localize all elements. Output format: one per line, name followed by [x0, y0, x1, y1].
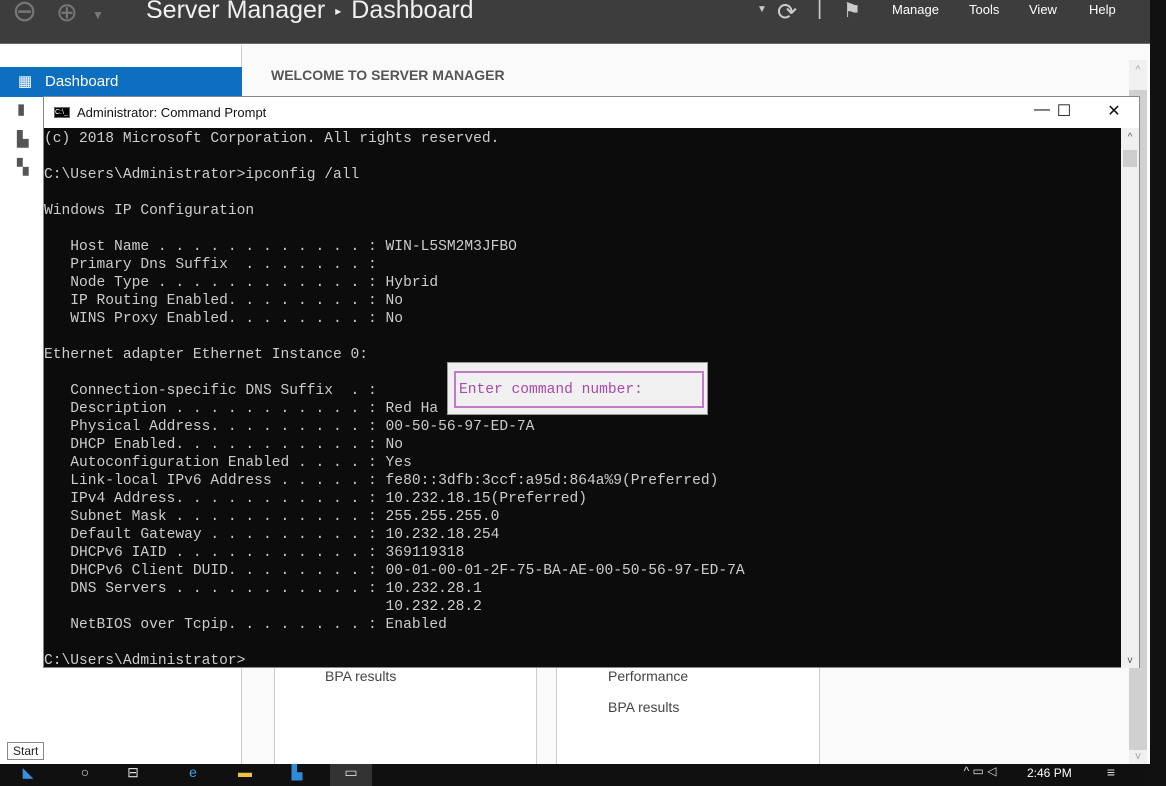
console-line: Node Type . . . . . . . . . . . . : Hybr… [44, 275, 439, 291]
console-line: (c) 2018 Microsoft Corporation. All righ… [44, 131, 500, 147]
all-servers-icon[interactable]: ▙ [17, 130, 29, 148]
console-line: C:\Users\Administrator> [44, 653, 246, 669]
screen-edge [1150, 0, 1166, 786]
sidebar-item-dashboard[interactable]: ▦ Dashboard [0, 67, 242, 97]
console-line: WINS Proxy Enabled. . . . . . . . : No [44, 311, 404, 327]
menu-view[interactable]: View [1029, 2, 1057, 17]
console-line: IPv4 Address. . . . . . . . . . . : 10.2… [44, 491, 587, 507]
console-line: Windows IP Configuration [44, 203, 255, 219]
task-view-icon[interactable]: ⊟ [118, 764, 148, 786]
history-dropdown-icon[interactable]: ▼ [92, 8, 104, 22]
action-center-icon[interactable]: ≡ [1098, 764, 1124, 786]
menu-help[interactable]: Help [1089, 2, 1116, 17]
dropdown-icon[interactable]: ▼ [757, 4, 767, 15]
console-line: DHCPv6 Client DUID. . . . . . . . : 00-0… [44, 563, 745, 579]
console-scrollbar[interactable]: ^ v [1121, 128, 1139, 668]
menu-manage[interactable]: Manage [892, 2, 939, 17]
internet-explorer-icon[interactable]: e [178, 764, 208, 786]
system-tray-icons[interactable]: ^ ▭ ◁ [940, 764, 1020, 786]
server-manager-header: ⊖ ⊕ ▼ Server Manager ▸ Dashboard ▼ ⟳ | ⚑ M… [0, 0, 1150, 44]
tile-link-performance[interactable]: Performance [608, 668, 688, 684]
role-tile: BPA results [274, 664, 537, 764]
console-line: DNS Servers . . . . . . . . . . . : 10.2… [44, 581, 482, 597]
sidebar-item-label: Dashboard [45, 73, 119, 90]
back-icon[interactable]: ⊖ [12, 0, 37, 29]
console-line: Host Name . . . . . . . . . . . . : WIN-… [44, 239, 517, 255]
window-title: Administrator: Command Prompt [77, 105, 267, 120]
console-line: Subnet Mask . . . . . . . . . . . : 255.… [44, 509, 500, 525]
console-line: DHCP Enabled. . . . . . . . . . . : No [44, 437, 404, 453]
cmd-icon: C:\_ [54, 107, 70, 118]
dashboard-icon: ▦ [18, 73, 33, 90]
console-line: Link-local IPv6 Address . . . . . : fe80… [44, 473, 719, 489]
forward-icon[interactable]: ⊕ [56, 0, 78, 28]
command-number-input[interactable]: Enter command number: [454, 371, 704, 408]
console-line: Autoconfiguration Enabled . . . . : Yes [44, 455, 412, 471]
notifications-flag-icon[interactable]: ⚑ [843, 0, 861, 23]
console-line: DHCPv6 IAID . . . . . . . . . . . : 3691… [44, 545, 465, 561]
menu-tools[interactable]: Tools [969, 2, 999, 17]
divider: | [817, 0, 823, 20]
taskbar: ◣ ○ ⊟ e ▬ ▙ ▭ ^ ▭ ◁ 2:46 PM ≡ [0, 764, 1150, 786]
console-line: NetBIOS over Tcpip. . . . . . . . : Enab… [44, 617, 447, 633]
tile-link-bpa[interactable]: BPA results [608, 699, 679, 715]
console-line: Physical Address. . . . . . . . . : 00-5… [44, 419, 535, 435]
welcome-heading: WELCOME TO SERVER MANAGER [271, 67, 505, 83]
server-manager-icon[interactable]: ▙ [282, 764, 312, 786]
file-services-icon[interactable]: ▚ [17, 158, 29, 176]
clock[interactable]: 2:46 PM [1027, 766, 1072, 780]
console-line: IP Routing Enabled. . . . . . . . : No [44, 293, 404, 309]
tile-link-bpa[interactable]: BPA results [325, 668, 396, 684]
page-title: Server Manager ▸ Dashboard [146, 0, 474, 24]
role-tile: Performance BPA results [556, 664, 820, 764]
console-line: Default Gateway . . . . . . . . . : 10.2… [44, 527, 500, 543]
console-line: Primary Dns Suffix . . . . . . . : [44, 257, 377, 273]
window-titlebar[interactable]: C:\_ Administrator: Command Prompt — ☐ ✕ [44, 97, 1139, 128]
file-explorer-icon[interactable]: ▬ [230, 764, 260, 786]
close-button[interactable]: ✕ [1094, 101, 1134, 121]
windows-start-icon[interactable]: ◣ [8, 764, 48, 786]
command-number-dialog: Enter command number: [447, 362, 708, 415]
command-prompt-taskbar-icon[interactable]: ▭ [330, 764, 372, 786]
maximize-button[interactable]: ☐ [1044, 101, 1084, 121]
console-line: 10.232.28.2 [44, 599, 482, 615]
console-line: C:\Users\Administrator>ipconfig /all [44, 167, 360, 183]
search-icon[interactable]: ○ [70, 764, 100, 786]
local-server-icon[interactable]: ▮ [17, 100, 25, 118]
start-tooltip: Start [7, 742, 45, 760]
refresh-icon[interactable]: ⟳ [777, 0, 797, 27]
